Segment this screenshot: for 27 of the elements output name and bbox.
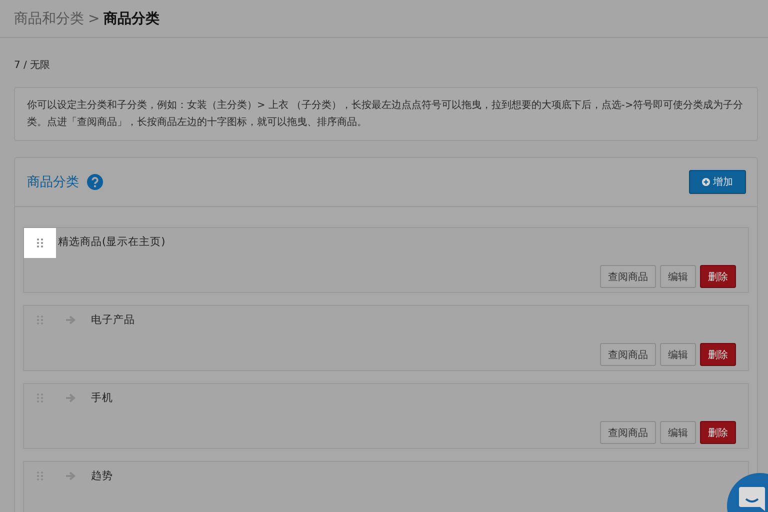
category-count: 7 / 无限 [14,59,52,73]
category-name: 趋势 [91,469,113,483]
help-notice: 你可以设定主分类和子分类，例如：女装（主分类）> 上衣 （子分类），长按最左边点点符号可以拖曳，拉到想要的大项底下后，点选->符号即可使分类成为子分类。点进「查阅商品」，长按商品左边的十字图标，就可以拖曳、排序商品。 [14,87,758,141]
category-name: 精选商品(显示在主页) [58,235,166,249]
edit-button[interactable]: 编辑 [660,343,696,366]
breadcrumb-separator: > [88,10,100,26]
edit-button[interactable]: 编辑 [660,265,696,288]
edit-button[interactable]: 编辑 [660,421,696,444]
chat-bubble-icon [738,486,768,512]
panel-title: 商品分类 [27,174,79,191]
delete-button[interactable]: 删除 [700,265,736,288]
delete-button[interactable]: 删除 [700,421,736,444]
drag-handle-icon[interactable] [24,228,56,258]
plus-circle-icon [702,178,710,186]
help-icon[interactable] [87,174,103,190]
add-button[interactable]: 增加 [689,170,746,194]
category-name: 手机 [91,391,113,405]
arrow-icon[interactable] [66,393,76,403]
breadcrumb-link[interactable]: 商品和分类 [14,10,84,28]
category-name: 电子产品 [91,313,135,327]
view-products-button[interactable]: 查阅商品 [600,265,656,288]
view-products-button[interactable]: 查阅商品 [600,421,656,444]
delete-button[interactable]: 删除 [700,343,736,366]
view-products-button[interactable]: 查阅商品 [600,343,656,366]
arrow-icon[interactable] [66,315,76,325]
page-title: 商品分类 [104,10,160,28]
arrow-icon[interactable] [66,471,76,481]
